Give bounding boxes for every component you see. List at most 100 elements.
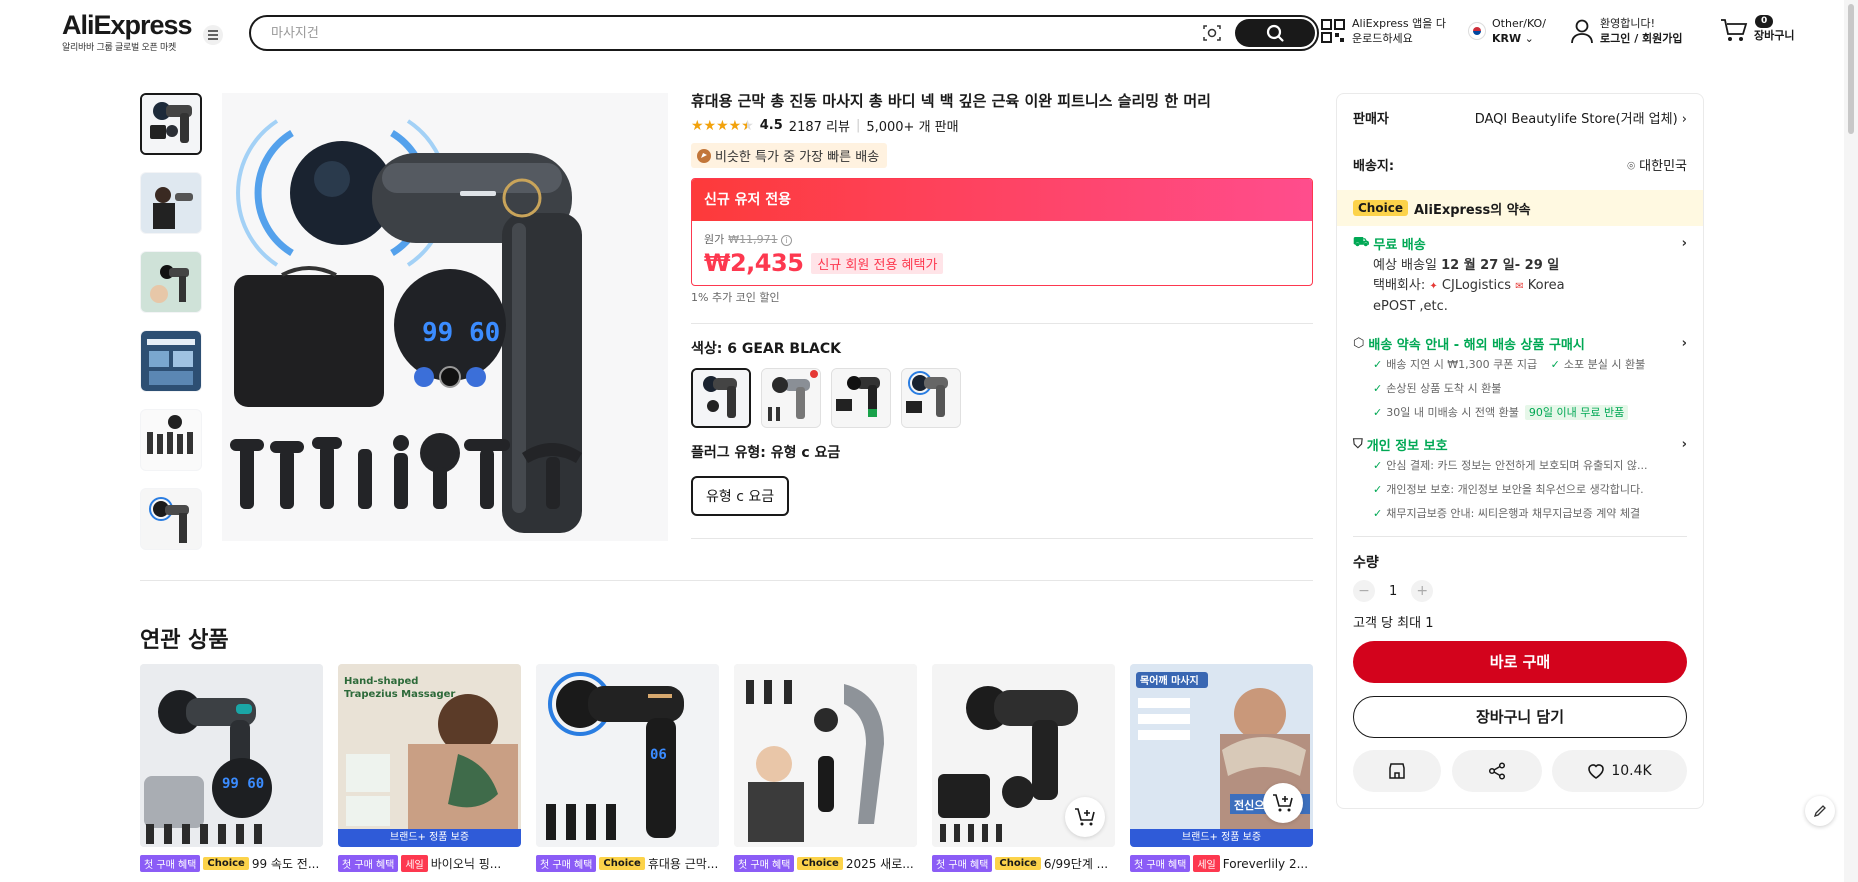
chevron-right-icon: › (1681, 336, 1687, 351)
product-card-title: 바이오닉 핑... (430, 857, 502, 871)
quantity-value[interactable]: 1 (1389, 584, 1397, 599)
brand-plus-bar: 브랜드+ 정품 보증 (338, 829, 521, 847)
info-icon[interactable]: i (781, 235, 793, 246)
shipping-section[interactable]: ⛟ 무료 배송 › 예상 배송일 12 월 27 일- 29 일 택배회사: ✦ C… (1353, 234, 1687, 317)
store-icon (1389, 763, 1405, 779)
share-button[interactable] (1452, 750, 1542, 792)
add-to-cart-icon[interactable] (1263, 783, 1303, 823)
swatch-6-gear-black[interactable] (691, 368, 751, 428)
delivery-promise-section[interactable]: ⬡ 배송 약속 안내 - 해외 배송 상품 구매시 › ✓ 배송 지연 시 ₩1,30… (1353, 334, 1687, 425)
first-purchase-tag: 첫 구매 혜택 (932, 855, 993, 872)
thumbnail-3[interactable] (140, 251, 202, 313)
app-download[interactable]: AliExpress 앱을 다운로드하세요 (1320, 16, 1446, 46)
add-to-cart-button[interactable]: 장바구니 담기 (1353, 696, 1687, 738)
main-product-image[interactable]: 99 60 (222, 93, 668, 541)
product-card-title: 6/99단계 ... (1043, 857, 1109, 871)
logo-tagline: 알리바바 그룹 글로벌 오픈 마켓 (62, 43, 176, 53)
thumbnail-4[interactable] (140, 330, 202, 392)
product-card-image[interactable]: 목어깨 마사지전신으로 사용 브랜드+ 정품 보증 (1130, 664, 1313, 847)
camera-search-icon[interactable] (1202, 23, 1222, 47)
ship-to-row[interactable]: 배송지: ⌾ 대한민국 (1353, 155, 1687, 174)
svg-text:06: 06 (650, 747, 667, 763)
korea-post-logo-icon: ✉ (1515, 281, 1524, 292)
privacy-item-2: 개인정보 보호: 개인정보 보안을 최우선으로 생각합니다. (1386, 483, 1644, 496)
plug-option-type-c[interactable]: 유형 c 요금 (691, 476, 790, 516)
review-count[interactable]: 2187 리뷰 (789, 116, 850, 135)
add-to-cart-icon[interactable] (1065, 797, 1105, 837)
increase-button[interactable]: + (1411, 580, 1434, 602)
free-shipping-title: 무료 배송 (1373, 238, 1426, 253)
sale-tag: 세일 (1193, 855, 1220, 872)
thumbnail-2[interactable] (140, 172, 202, 234)
product-card[interactable]: 목어깨 마사지전신으로 사용 브랜드+ 정품 보증 첫 구매 혜택세일Forev… (1130, 664, 1313, 872)
location-pin-icon: ⌾ (1627, 159, 1636, 174)
divider (140, 580, 1313, 581)
buy-now-button[interactable]: 바로 구매 (1353, 641, 1687, 683)
privacy-item-3: 채무지급보증 안내: 씨티은행과 채무지급보증 계약 체결 (1386, 507, 1641, 520)
product-card[interactable]: 99 60 첫 구매 혜택 Choice 99 속도 전... (140, 664, 323, 872)
product-title: 휴대용 근막 총 진동 마사지 총 바디 넥 백 깊은 근육 이완 피트니스 슬… (691, 92, 1211, 110)
ship-to-label: 배송지: (1353, 159, 1395, 174)
cart-label: 장바구니 (1754, 29, 1795, 42)
new-user-price-tag: 신규 회원 전용 혜택가 (811, 252, 944, 274)
menu-button[interactable] (203, 25, 223, 45)
wishlist-button[interactable]: 10.4K (1552, 750, 1687, 792)
choice-promise-bar: Choice AliExpress의 약속 (1337, 190, 1703, 226)
pencil-icon (1813, 805, 1826, 818)
product-card-image[interactable]: Hand-shaped Trapezius Massager 브랜드+ 정품 보증 (338, 664, 521, 847)
product-card-image[interactable]: 99 60 (140, 664, 323, 847)
feedback-edit-button[interactable] (1805, 796, 1835, 826)
product-card[interactable]: Hand-shaped Trapezius Massager 브랜드+ 정품 보증… (338, 664, 521, 872)
locale-selector[interactable]: Other/KO/KRW ⌄ (1468, 16, 1546, 46)
scrollbar-thumb[interactable] (1848, 4, 1854, 134)
search-button[interactable] (1235, 19, 1315, 47)
related-products-title: 연관 상품 (140, 628, 229, 653)
thumbnail-1[interactable] (140, 93, 202, 155)
seller-row[interactable]: 판매자 DAQI Beautylife Store(거래 업체) › (1353, 108, 1687, 127)
card-image-text-2: Trapezius Massager (344, 689, 455, 700)
hamburger-icon (208, 30, 218, 40)
product-card-image[interactable]: 06 (536, 664, 719, 847)
seller-name[interactable]: DAQI Beautylife Store(거래 업체) (1475, 112, 1678, 127)
swatch-option-4[interactable] (901, 368, 961, 428)
app-download-line2: 운로드하세요 (1352, 32, 1413, 45)
product-card-title: Foreverlily 2... (1222, 856, 1309, 871)
search-bar (249, 15, 1319, 51)
scrollbar[interactable] (1844, 0, 1858, 882)
rating-score: 4.5 (759, 118, 783, 133)
login-signup-link[interactable]: 로그인 / 회원가입 (1600, 32, 1683, 45)
swatch-option-2[interactable] (761, 368, 821, 428)
fast-delivery-badge: 비슷한 특가 중 가장 빠른 배송 (691, 143, 888, 168)
thumbnail-5[interactable] (140, 409, 202, 471)
purchase-limit: 고객 당 최대 1 (1353, 616, 1434, 631)
product-card[interactable]: 06 첫 구매 혜택 Choice 휴대용 근막... (536, 664, 719, 872)
eta-value: 12 월 27 일- 29 일 (1441, 258, 1560, 273)
star-rating-icon: ★★★★★★ (691, 117, 754, 134)
product-card-image[interactable] (932, 664, 1115, 847)
product-card-image[interactable] (734, 664, 917, 847)
search-input[interactable] (271, 23, 1171, 43)
heart-icon (1588, 764, 1605, 779)
decrease-button[interactable]: − (1353, 580, 1375, 602)
product-card[interactable]: 첫 구매 혜택 Choice 2025 새로... (734, 664, 917, 872)
chevron-right-icon: › (1681, 112, 1687, 127)
rating-row[interactable]: ★★★★★★ 4.5 2187 리뷰 | 5,000+ 개 판매 (691, 116, 1313, 136)
product-card-title: 99 속도 전... (251, 857, 320, 871)
privacy-section[interactable]: ⛉ 개인 정보 보호 › ✓ 안심 결제: 카드 정보는 안전하게 보호되며 유출되지… (1353, 435, 1687, 526)
free-return-tag: 90일 이내 무료 반품 (1524, 405, 1629, 420)
coin-discount: 1% 추가 코인 할인 (691, 291, 780, 304)
product-card[interactable]: 첫 구매 혜택 Choice 6/99단계 ... (932, 664, 1115, 872)
share-icon (1488, 762, 1506, 780)
color-label: 색상: 6 GEAR BLACK (691, 341, 841, 357)
cart-icon (1721, 18, 1748, 41)
account-menu[interactable]: 환영합니다! 로그인 / 회원가입 (1570, 16, 1683, 46)
store-button[interactable] (1353, 750, 1441, 792)
locale-line1: Other/KO/ (1492, 17, 1546, 30)
logo[interactable]: AliExpress 알리바바 그룹 글로벌 오픈 마켓 (62, 10, 193, 53)
color-swatches (691, 368, 1313, 428)
swatch-option-3[interactable] (831, 368, 891, 428)
product-info: 휴대용 근막 총 진동 마사지 총 바디 넥 백 깊은 근육 이완 피트니스 슬… (691, 90, 1313, 539)
promise-item-1: 배송 지연 시 ₩1,300 쿠폰 지급 (1386, 358, 1538, 371)
app-download-line1: AliExpress 앱을 다 (1352, 17, 1446, 30)
thumbnail-6[interactable] (140, 488, 202, 550)
